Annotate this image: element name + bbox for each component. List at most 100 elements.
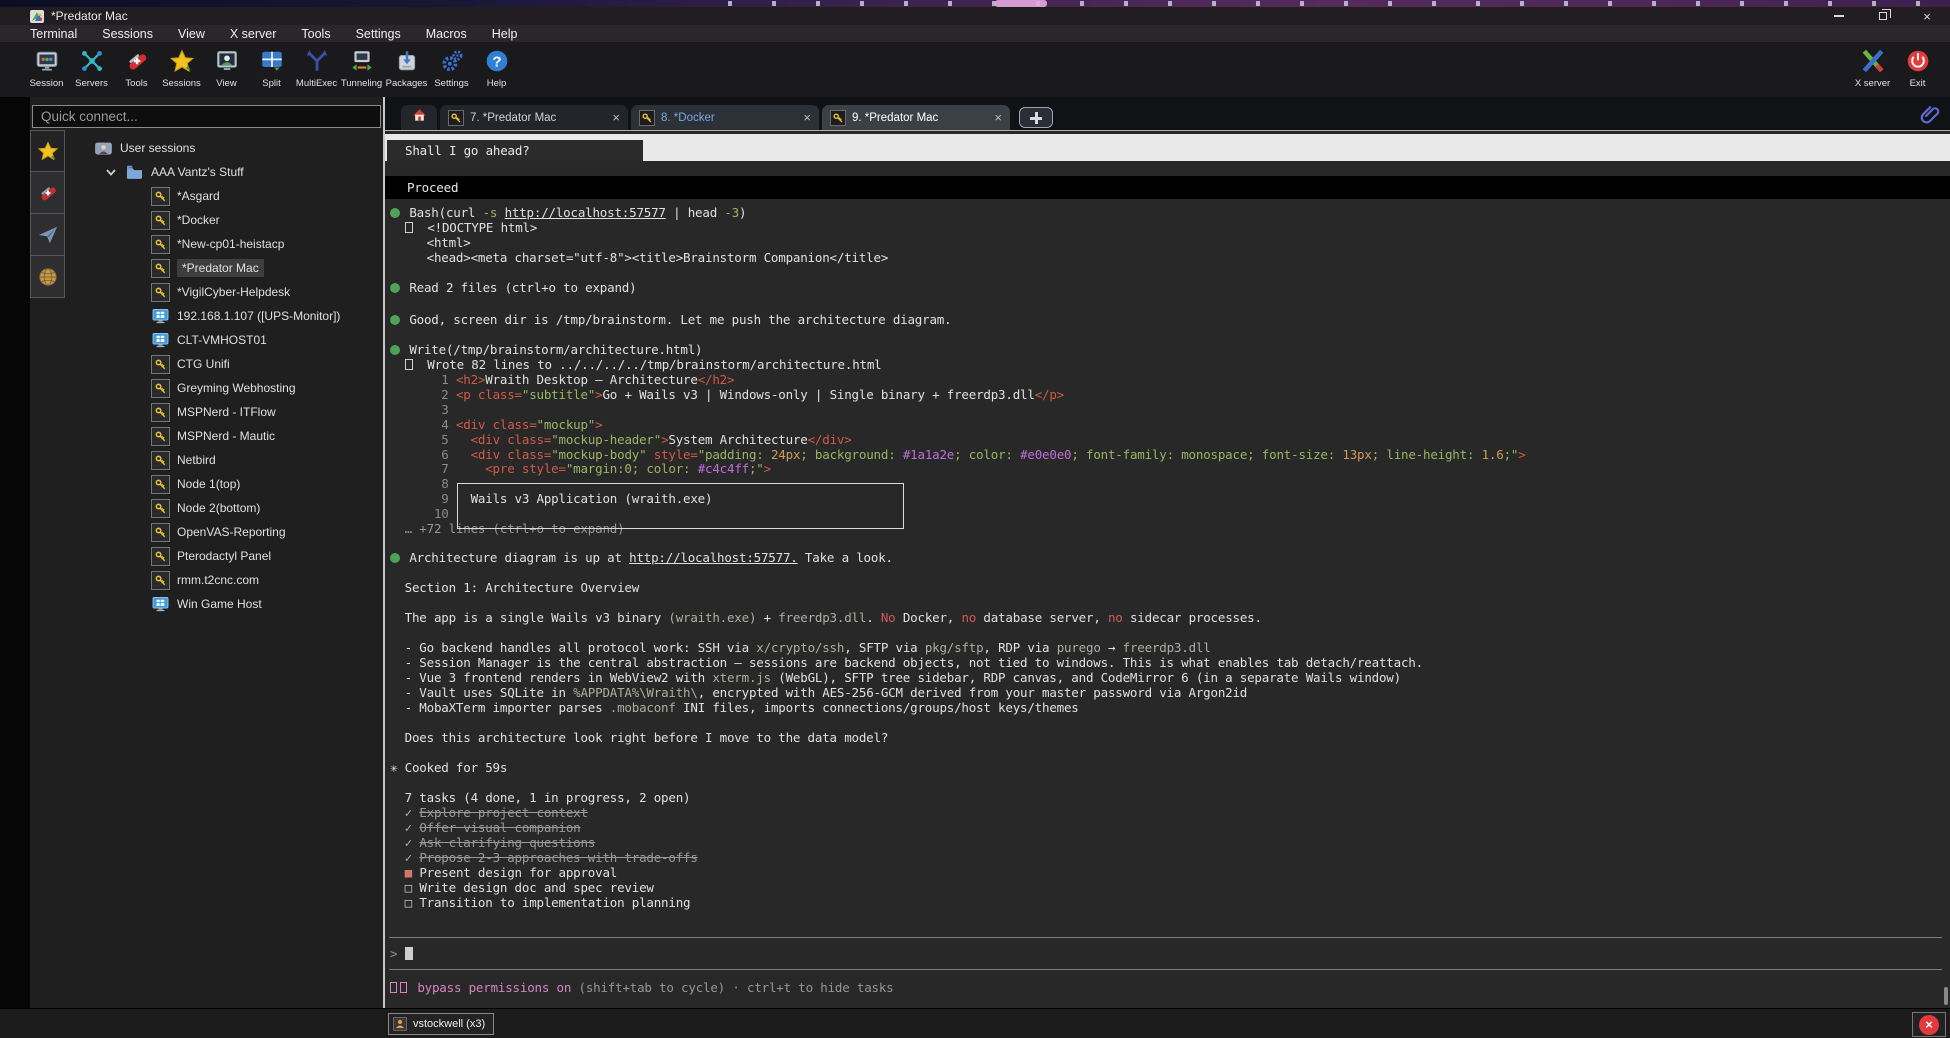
session-item[interactable]: MSPNerd - Mautic [66,424,383,448]
svg-text:?: ? [492,53,501,70]
toolbar-multiexec-button[interactable]: MultiExec [294,42,339,89]
terminal-line: Architecture diagram is up at http://loc… [390,550,893,565]
close-tab-icon[interactable]: × [612,110,620,125]
dialog-option-proceed[interactable]: Proceed [385,176,1950,199]
menu-macros[interactable]: Macros [426,27,467,41]
session-item[interactable]: Netbird [66,448,383,472]
session-item[interactable]: CLT-VMHOST01 [66,328,383,352]
new-tab-button[interactable] [1019,107,1053,128]
key-icon [151,355,170,374]
tab-home[interactable] [401,105,437,130]
key-icon [151,283,170,302]
menu-tools[interactable]: Tools [301,27,330,41]
close-icon[interactable]: × [1918,8,1936,24]
sidebar-tab-star[interactable] [30,130,65,172]
menu-x-server[interactable]: X server [230,27,277,41]
toolbar-packages-button[interactable]: Packages [384,42,429,89]
terminal-line: ✓ Propose 2-3 approaches with trade-offs [390,850,698,865]
tab-terminal-7[interactable]: 7. *Predator Mac× [440,105,628,130]
star-icon [37,140,59,162]
toolbar-tunneling-button[interactable]: Tunneling [339,42,384,89]
session-item[interactable]: *Predator Mac [66,256,383,280]
sidebar-icon-strip [30,130,66,1008]
terminal-line: 8 [390,476,449,491]
toolbar-exit-button[interactable]: Exit [1895,42,1940,89]
session-item[interactable]: OpenVAS-Reporting [66,520,383,544]
tree-item-label: OpenVAS-Reporting [177,525,286,539]
session-item[interactable]: MSPNerd - ITFlow [66,400,383,424]
toolbar-servers-button[interactable]: Servers [69,42,114,89]
usergroup-icon [94,139,113,158]
bullet-icon [390,315,400,325]
rdp-icon [151,331,170,350]
chevron-down-icon[interactable] [104,165,118,179]
terminal-selection-band: Shall I go ahead? [385,134,1950,161]
close-tab-icon[interactable]: × [803,110,811,125]
toolbar-label: Packages [386,78,428,89]
tab-terminal-8[interactable]: 8. *Docker× [631,105,819,130]
globe-icon [37,266,59,288]
tree-item-label: MSPNerd - Mautic [177,429,275,443]
session-item[interactable]: Node 1(top) [66,472,383,496]
close-tab-icon[interactable]: × [994,110,1002,125]
tree-item-label: AAA Vantz's Stuff [151,165,244,179]
attachment-paperclip-icon[interactable] [1920,103,1942,127]
tree-item-label: Win Game Host [177,597,262,611]
session-item[interactable]: *VigilCyber-Helpdesk [66,280,383,304]
session-item[interactable]: CTG Unifi [66,352,383,376]
user-session-badge[interactable]: vstockwell (x3) [388,1013,494,1035]
toolbar-settings-button[interactable]: Settings [429,42,474,89]
link[interactable]: http://localhost:57577. [629,550,798,565]
menu-settings[interactable]: Settings [356,27,401,41]
session-item[interactable]: Pterodactyl Panel [66,544,383,568]
menu-terminal[interactable]: Terminal [30,27,77,41]
sidebar-tab-plane[interactable] [30,214,65,256]
key-icon [151,523,170,542]
session-item[interactable]: 192.168.1.107 ([UPS-Monitor]) [66,304,383,328]
session-item[interactable]: *Asgard [66,184,383,208]
menu-view[interactable]: View [178,27,205,41]
bullet-icon [390,553,400,563]
tree-item-label: *New-cp01-heistacp [177,237,284,251]
session-item[interactable]: Node 2(bottom) [66,496,383,520]
tree-item-label: Node 2(bottom) [177,501,260,515]
quick-connect-input[interactable] [32,105,381,128]
terminal[interactable]: Shall I go ahead? Proceed Bash(curl -s h… [385,130,1950,1008]
menu-sessions[interactable]: Sessions [102,27,153,41]
menu-help[interactable]: Help [492,27,518,41]
tree-item-label: Netbird [177,453,216,467]
session-item[interactable]: Greyming Webhosting [66,376,383,400]
tab-terminal-9[interactable]: 9. *Predator Mac × [822,105,1010,130]
servers-icon [78,47,106,75]
bullet-icon [390,345,400,355]
terminal-line: <head><meta charset="utf-8"><title>Brain… [390,250,888,265]
session-item[interactable]: rmm.t2cnc.com [66,568,383,592]
terminal-line: <!DOCTYPE html> [390,220,537,235]
session-item[interactable]: *New-cp01-heistacp [66,232,383,256]
toolbar-session-button[interactable]: Session [24,42,69,89]
session-item[interactable]: Win Game Host [66,592,383,616]
tree-group-folder[interactable]: AAA Vantz's Stuff [66,160,383,184]
toolbar-tools-button[interactable]: Tools [114,42,159,89]
toolbar-help-button[interactable]: ?Help [474,42,519,89]
tab-label: 9. *Predator Mac [852,112,988,124]
key-icon [151,475,170,494]
terminal-divider [389,969,1942,970]
tree-root-user-sessions[interactable]: User sessions [66,136,383,160]
link[interactable]: http://localhost:57577 [505,205,666,220]
menu-bar: Terminal Sessions View X server Tools Setting… [0,25,1950,42]
toolbar-split-button[interactable]: Split [249,42,294,89]
toolbar-x-server-button[interactable]: X server [1850,42,1895,89]
tree-item-label: User sessions [120,141,195,155]
minimize-icon[interactable] [1830,8,1848,24]
terminal-scrollbar[interactable] [1944,987,1948,1005]
sidebar-tab-globe[interactable] [30,256,65,298]
restore-icon[interactable] [1874,8,1892,24]
notification-close-button[interactable]: × [1912,1012,1946,1037]
toolbar-sessions-button[interactable]: Sessions [159,42,204,89]
key-icon [151,187,170,206]
key-icon [151,547,170,566]
toolbar-view-button[interactable]: View [204,42,249,89]
session-item[interactable]: *Docker [66,208,383,232]
sidebar-tab-knife[interactable] [30,172,65,214]
